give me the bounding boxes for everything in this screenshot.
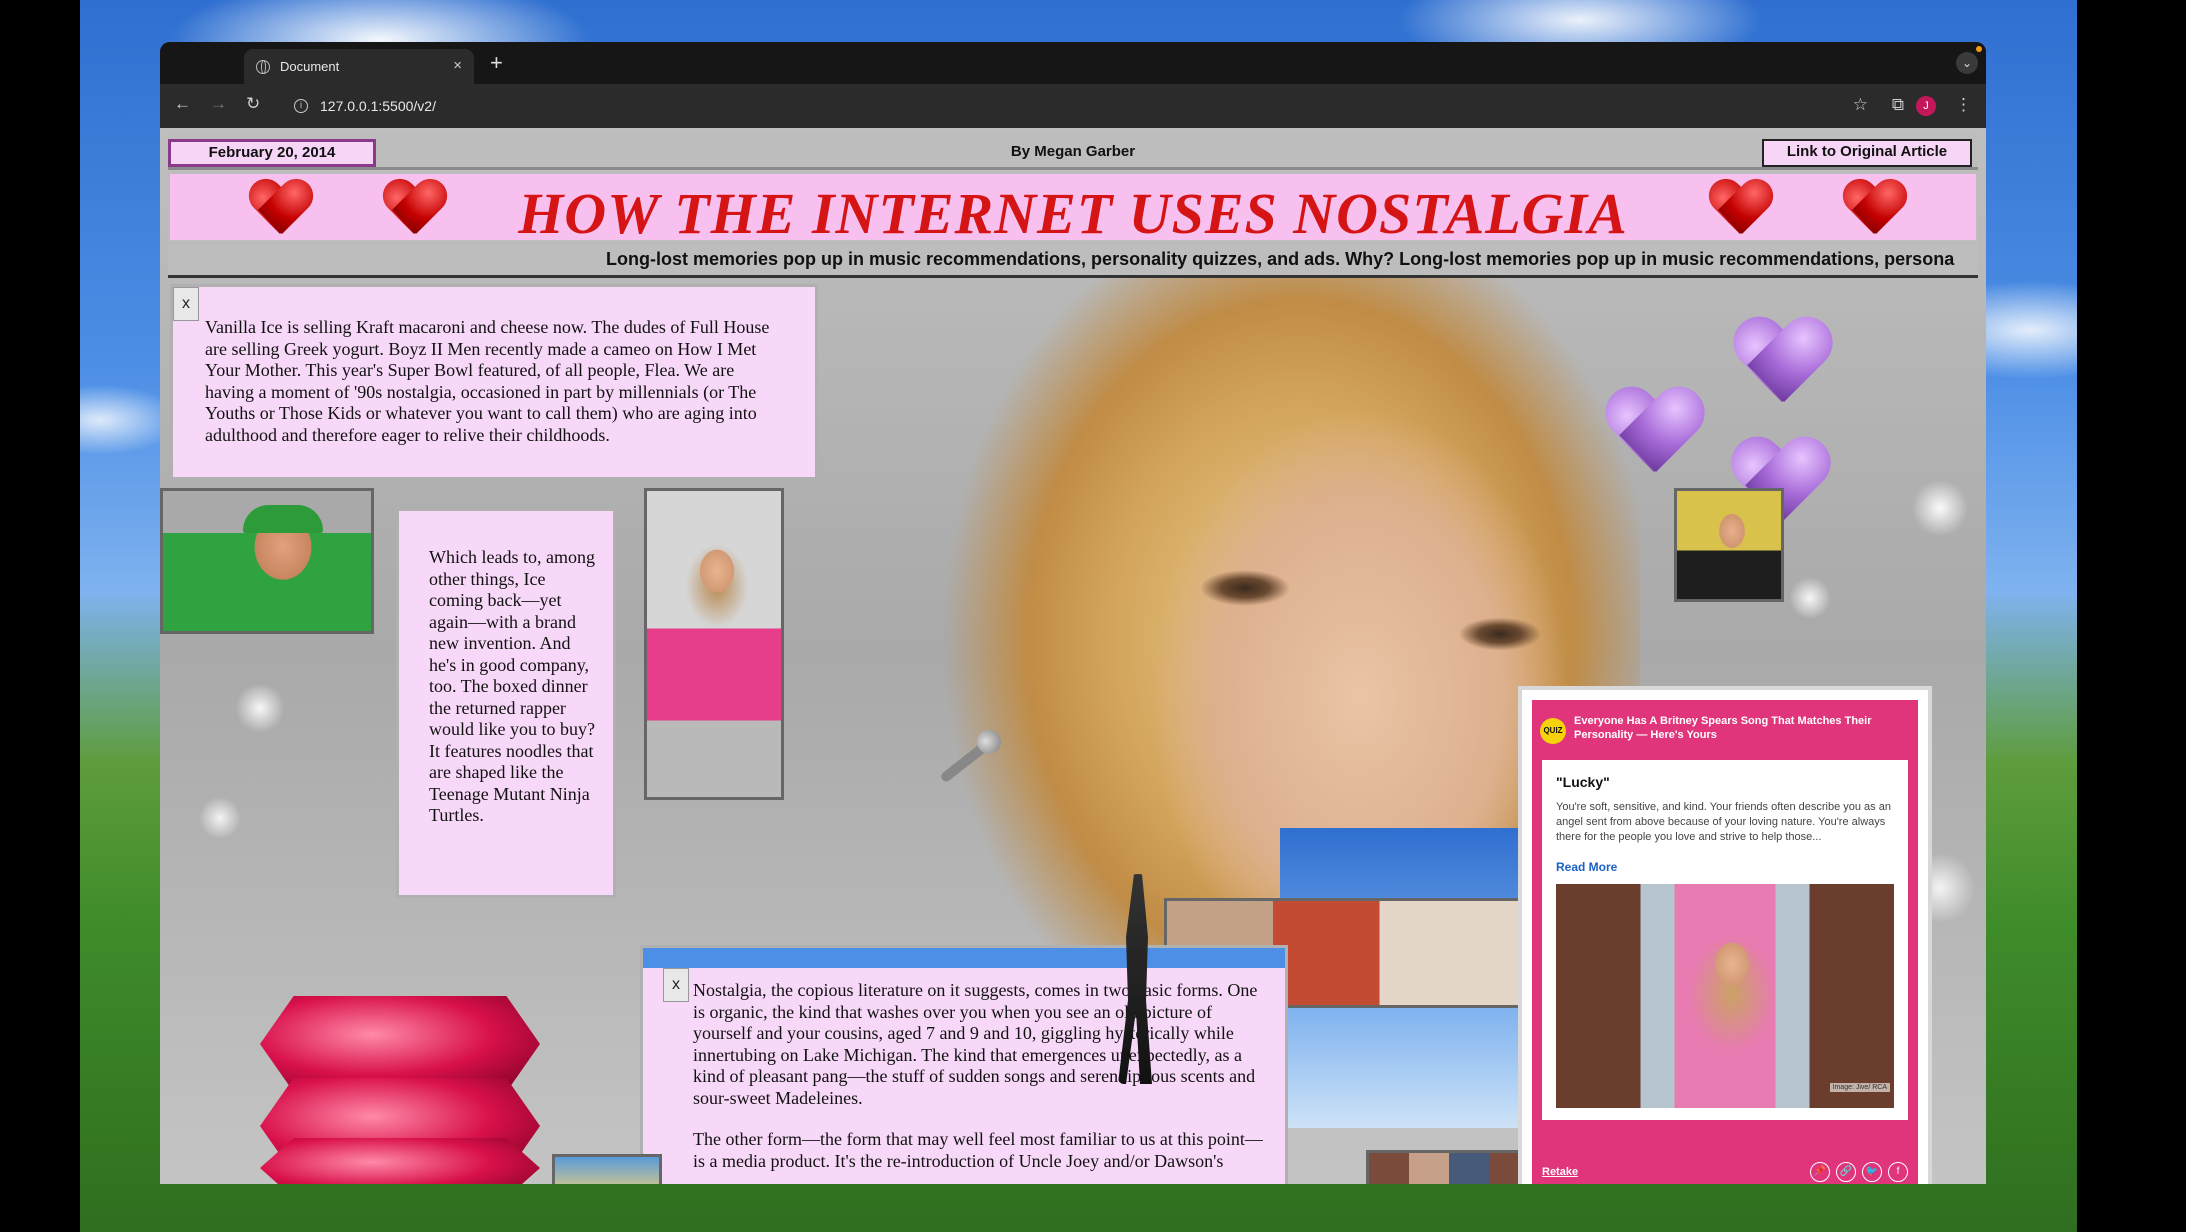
paragraph-2: Which leads to, among other things, Ice … <box>429 547 595 825</box>
read-more-link[interactable]: Read More <box>1556 860 1617 874</box>
vanilla-ice-photo <box>160 488 374 634</box>
paragraph-4: The other form—the form that may well fe… <box>693 1129 1263 1171</box>
subtitle-ticker: Long-lost memories pop up in music recom… <box>168 244 1978 278</box>
retake-button[interactable]: Retake <box>1542 1166 1578 1178</box>
link-share-icon[interactable]: 🔗 <box>1836 1162 1856 1182</box>
tab-title: Document <box>280 59 340 74</box>
extensions-icon[interactable]: ⧉ <box>1892 95 1904 115</box>
update-indicator <box>1976 46 1982 52</box>
red-heart-icon <box>1708 180 1772 240</box>
back-arrow-icon[interactable]: ← <box>174 94 191 114</box>
red-heart-icon <box>1842 180 1906 240</box>
new-tab-button[interactable]: + <box>490 50 503 76</box>
beach-photo <box>552 1154 662 1184</box>
paragraph-group: Nostalgia, the copious literature on it … <box>693 980 1273 1172</box>
pink-gem-icon <box>260 996 540 1092</box>
quiz-card: QUIZ Everyone Has A Britney Spears Song … <box>1532 700 1918 1184</box>
nph-photo <box>1674 488 1784 602</box>
text-window-3-body: x Nostalgia, the copious literature on i… <box>663 968 1285 1184</box>
quiz-result-description: You're soft, sensitive, and kind. Your f… <box>1556 801 1891 843</box>
close-window-button[interactable]: x <box>663 968 689 1002</box>
site-info-icon[interactable]: i <box>294 99 308 113</box>
url-text: 127.0.0.1:5500/v2/ <box>320 98 436 114</box>
facebook-share-icon[interactable]: f <box>1888 1162 1908 1182</box>
menu-kebab-icon[interactable]: ⋮ <box>1955 95 1972 115</box>
screen-border-left <box>0 0 80 1232</box>
quiz-result-panel: "Lucky" You're soft, sensitive, and kind… <box>1542 760 1908 1120</box>
screen-border-right <box>2077 0 2186 1232</box>
twitter-share-icon[interactable]: 🐦 <box>1862 1162 1882 1182</box>
close-tab-icon[interactable]: × <box>453 57 462 74</box>
page-viewport: February 20, 2014 By Megan Garber Link t… <box>160 128 1986 1184</box>
article-byline: By Megan Garber <box>1010 143 1136 160</box>
quiz-result-image <box>1556 884 1894 1108</box>
forward-arrow-icon[interactable]: → <box>210 94 227 114</box>
text-window-3[interactable]: x Nostalgia, the copious literature on i… <box>640 945 1288 1184</box>
tab-search-button[interactable]: ⌄ <box>1956 52 1978 74</box>
address-bar[interactable]: i 127.0.0.1:5500/v2/ <box>282 91 1922 121</box>
quiz-title[interactable]: Everyone Has A Britney Spears Song That … <box>1574 714 1908 742</box>
browser-toolbar: ← → ↻ i 127.0.0.1:5500/v2/ ☆ ⧉ J ⋮ <box>160 84 1986 128</box>
quiz-result-title: "Lucky" <box>1556 774 1610 790</box>
headline-banner: HOW THE INTERNET USES NOSTALGIA <box>168 172 1978 246</box>
reload-icon[interactable]: ↻ <box>246 94 260 114</box>
tab-document[interactable]: Document × <box>244 49 474 84</box>
purple-heart-gem-icon <box>1604 388 1704 484</box>
article-meta-bar: February 20, 2014 By Megan Garber Link t… <box>168 134 1978 170</box>
share-buttons: 📌 🔗 🐦 f <box>1810 1162 1908 1182</box>
text-window-1[interactable]: x Vanilla Ice is selling Kraft macaroni … <box>170 284 818 480</box>
pin-share-icon[interactable]: 📌 <box>1810 1162 1830 1182</box>
quiz-badge: QUIZ <box>1540 718 1566 744</box>
image-credit: Image: Jive/ RCA <box>1829 1083 1890 1092</box>
quiz-window: QUIZ Everyone Has A Britney Spears Song … <box>1518 686 1932 1184</box>
headline-title: HOW THE INTERNET USES NOSTALGIA <box>518 181 1628 246</box>
globe-icon <box>256 59 270 74</box>
close-window-button[interactable]: x <box>173 287 199 321</box>
paragraph-1: Vanilla Ice is selling Kraft macaroni an… <box>205 317 770 445</box>
britney-pink-photo <box>644 488 784 800</box>
browser-window: Document × + ⌄ ← → ↻ i 127.0.0.1:5500/v2… <box>160 42 1986 1184</box>
paragraph-3: Nostalgia, the copious literature on it … <box>693 980 1258 1108</box>
purple-heart-gem-icon <box>1732 318 1832 414</box>
profile-avatar[interactable]: J <box>1916 96 1936 116</box>
article-date: February 20, 2014 <box>168 139 376 167</box>
tab-bar: Document × + ⌄ <box>160 42 1986 84</box>
bookmark-star-icon[interactable]: ☆ <box>1853 95 1868 115</box>
pink-gem-icon <box>260 1138 540 1184</box>
text-window-2: Which leads to, among other things, Ice … <box>396 508 616 898</box>
original-article-link[interactable]: Link to Original Article <box>1762 139 1972 167</box>
ticker-text: Long-lost memories pop up in music recom… <box>606 249 1955 269</box>
